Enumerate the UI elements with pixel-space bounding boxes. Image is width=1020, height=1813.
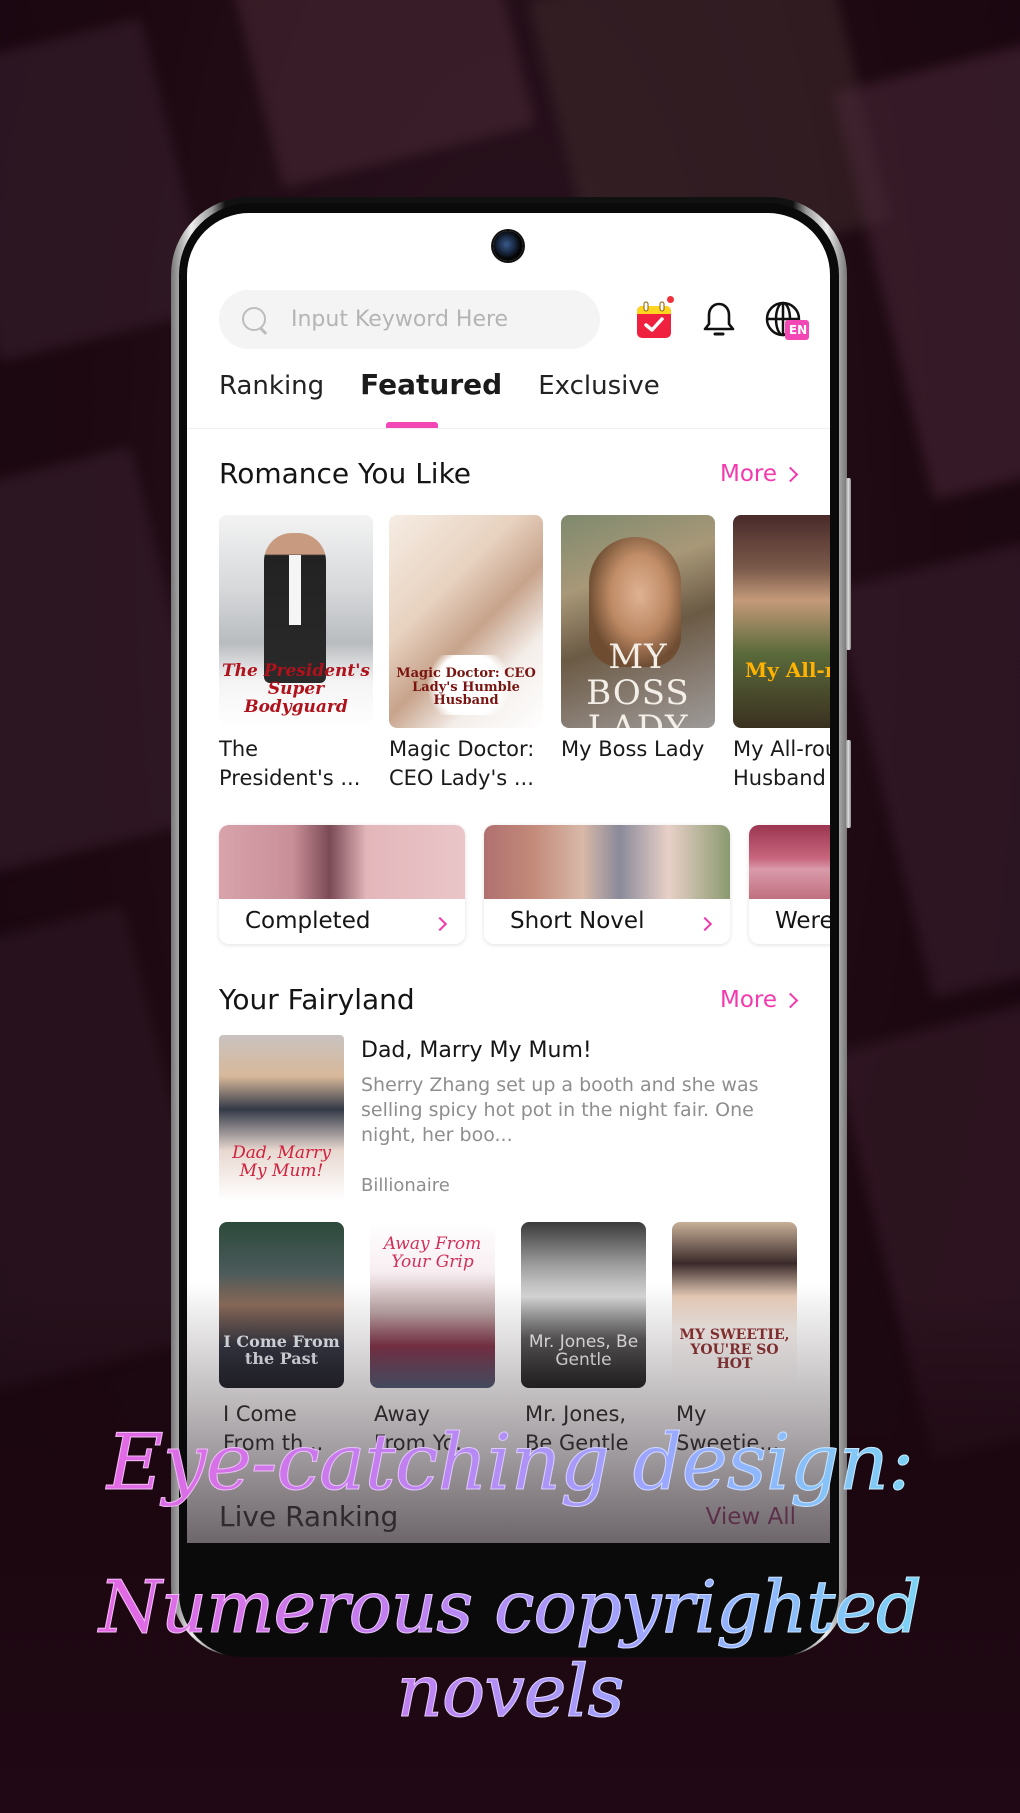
chevron-right-icon [432, 916, 448, 932]
more-label: More [719, 461, 777, 487]
book-title[interactable]: The President's ... [219, 735, 369, 793]
chevron-right-icon [782, 992, 799, 1008]
fairyland-more-button[interactable]: More [719, 987, 799, 1013]
search-input[interactable] [291, 307, 541, 332]
category-image [484, 825, 730, 899]
calendar-checkin-icon[interactable] [633, 296, 677, 342]
category-card-completed[interactable]: Completed [219, 825, 465, 944]
book-cover[interactable]: I Come From the Past [219, 1222, 344, 1388]
category-label: Werewolf [775, 908, 830, 934]
book-cover[interactable]: The President's Super Bodyguard [219, 515, 373, 728]
book-cover[interactable]: MY BOSS LADY [561, 515, 715, 728]
category-card-short-novel[interactable]: Short Novel [484, 825, 730, 944]
book-title[interactable]: My All-round Husband [733, 735, 830, 793]
book-cover[interactable]: MY SWEETIE, YOU'RE SO HOT [672, 1222, 797, 1388]
featured-book-tag[interactable]: Billionaire [361, 1175, 450, 1196]
volume-button [846, 478, 851, 650]
bell-icon[interactable] [697, 298, 741, 342]
book-cover[interactable]: Mr. Jones, Be Gentle [521, 1222, 646, 1388]
globe-language-icon[interactable]: EN [763, 298, 809, 342]
featured-book-cover[interactable]: Dad, Marry My Mum! [219, 1035, 344, 1200]
section-title-romance: Romance You Like [219, 457, 472, 490]
front-camera [493, 231, 523, 261]
category-card-werewolf[interactable]: Werewolf [749, 825, 830, 944]
chevron-right-icon [782, 466, 799, 482]
search-bar[interactable] [219, 290, 600, 349]
book-cover[interactable]: My All-round Husband [733, 515, 830, 728]
featured-book-title[interactable]: Dad, Marry My Mum! [361, 1038, 592, 1063]
book-title[interactable]: Magic Doctor: CEO Lady's ... [389, 735, 539, 793]
tab-ranking[interactable]: Ranking [219, 371, 324, 405]
section-title-fairyland: Your Fairyland [219, 983, 415, 1016]
promo-subheadline: Numerous copyrighted novels [0, 1565, 1020, 1734]
power-button [846, 740, 851, 828]
notification-dot [667, 296, 674, 303]
app-screen: EN Ranking Featured Exclusive Romance Yo… [187, 213, 830, 1543]
promo-headline: Eye-catching design: [0, 1418, 1020, 1509]
book-cover[interactable]: Magic Doctor: CEO Lady's Humble Husband [389, 515, 543, 728]
category-image [749, 825, 830, 899]
tab-divider [187, 428, 830, 429]
language-badge: EN [788, 323, 808, 337]
category-label: Completed [245, 908, 371, 934]
book-title[interactable]: My Boss Lady [561, 735, 711, 764]
tab-featured[interactable]: Featured [360, 368, 502, 405]
more-label: More [719, 987, 777, 1013]
category-image [219, 825, 465, 899]
category-label: Short Novel [510, 908, 645, 934]
chevron-right-icon [697, 916, 713, 932]
featured-book-description: Sherry Zhang set up a booth and she was … [361, 1074, 759, 1146]
tab-bar: Ranking Featured Exclusive [219, 368, 696, 405]
tab-exclusive[interactable]: Exclusive [538, 371, 660, 405]
romance-more-button[interactable]: More [719, 461, 799, 487]
book-cover[interactable]: Away From Your Grip [370, 1222, 495, 1388]
search-icon [241, 306, 269, 334]
